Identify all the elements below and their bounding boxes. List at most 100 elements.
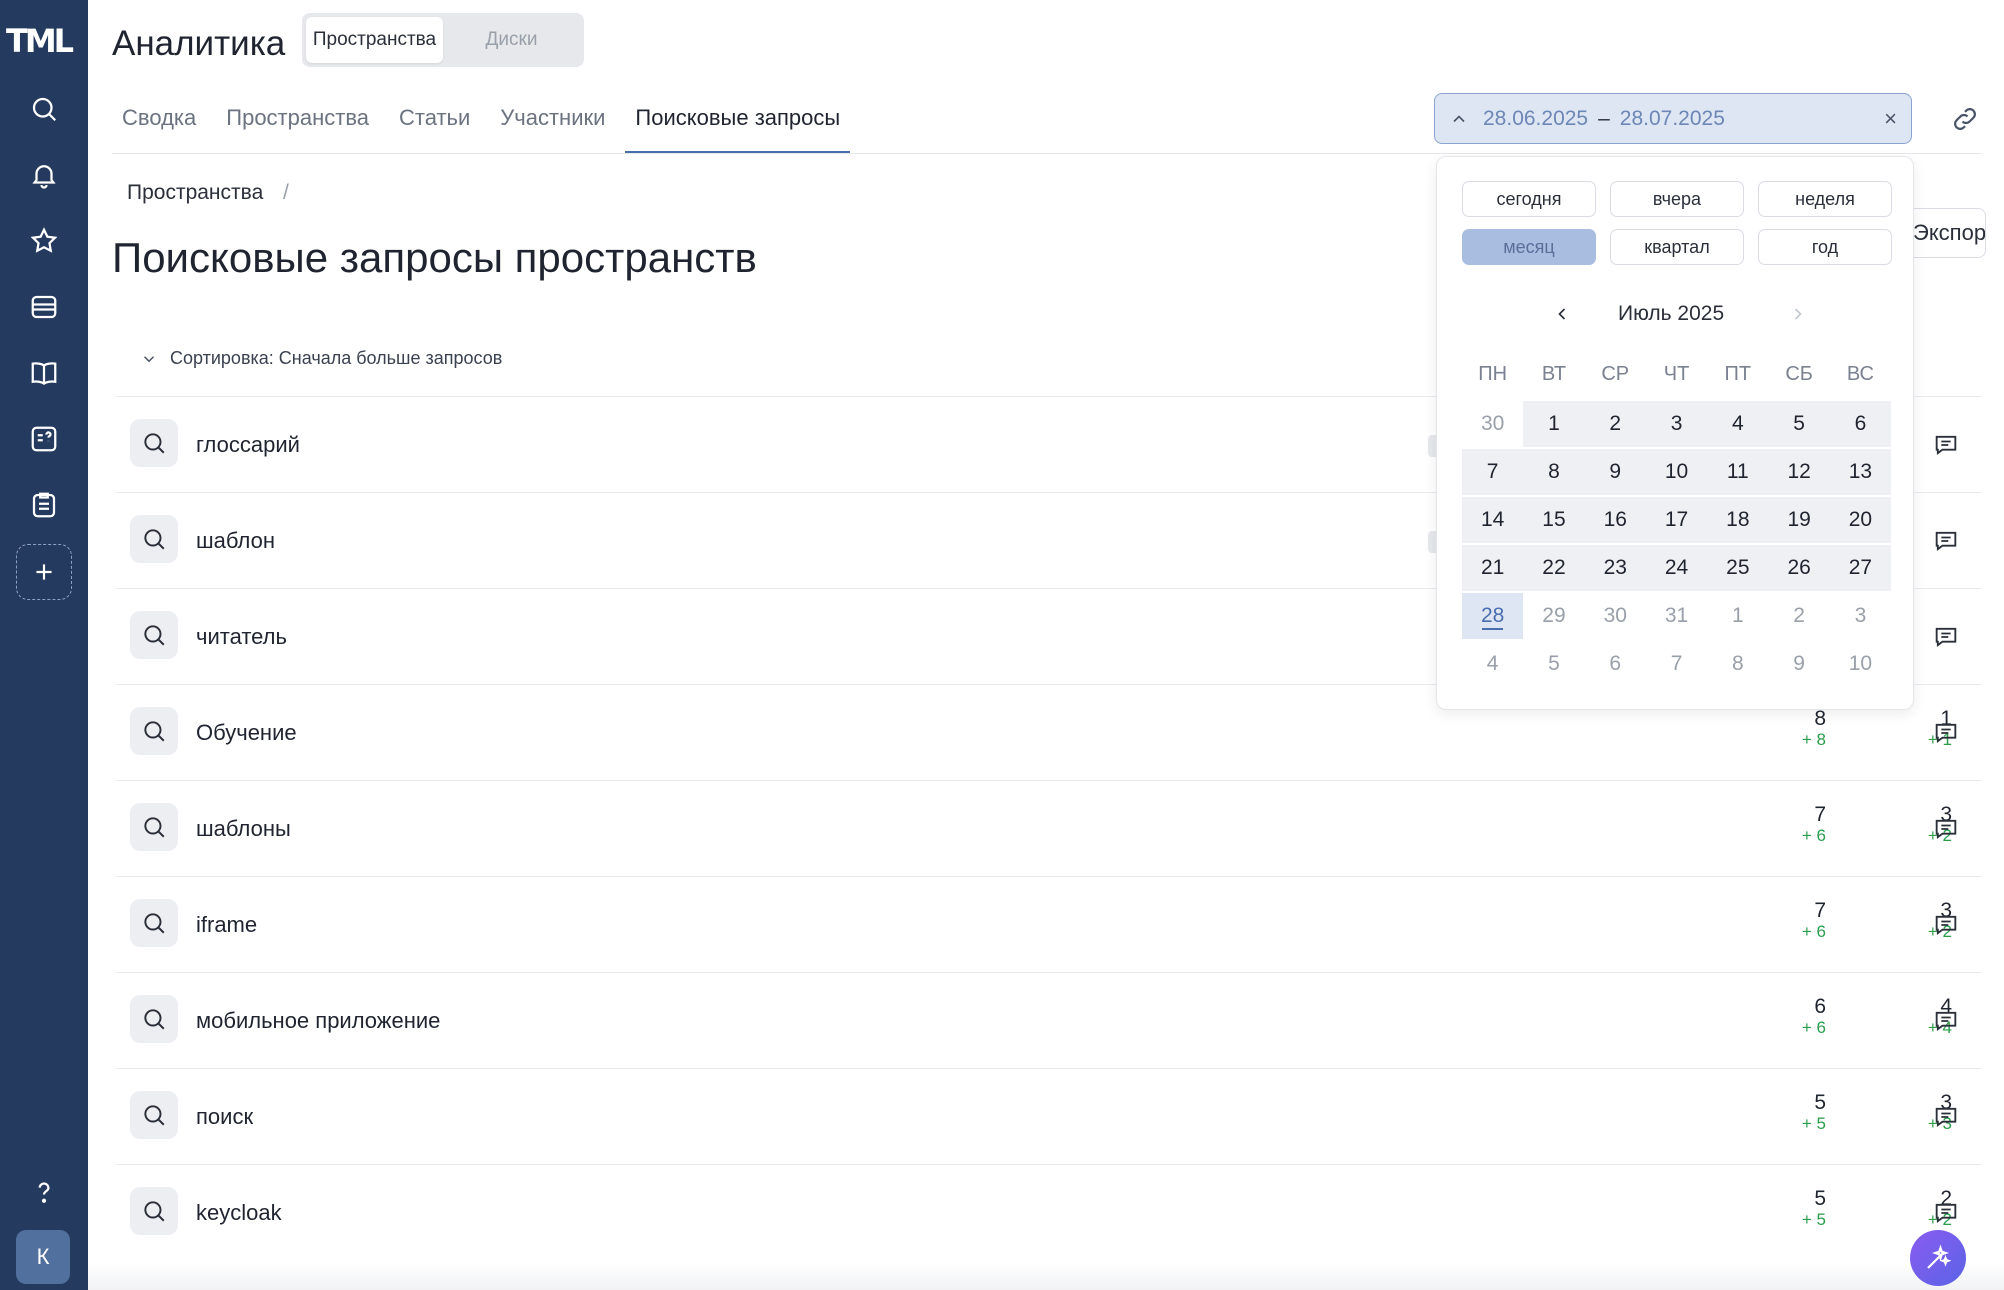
tab-search-queries[interactable]: Поисковые запросы: [625, 92, 851, 154]
calendar-day[interactable]: 10: [1830, 641, 1891, 687]
query-name[interactable]: шаблон: [196, 528, 275, 554]
calendar-day[interactable]: 1: [1707, 593, 1768, 639]
app-logo[interactable]: TML: [6, 22, 82, 60]
calendar-day[interactable]: 22: [1523, 545, 1585, 591]
comment-icon[interactable]: [1932, 1007, 1960, 1035]
calendar-day[interactable]: 2: [1584, 401, 1646, 447]
calendar-day[interactable]: 6: [1829, 401, 1892, 447]
calendar-day[interactable]: 1: [1523, 401, 1585, 447]
comment-icon[interactable]: [1932, 911, 1960, 939]
calendar-day[interactable]: 18: [1707, 497, 1769, 543]
calendar-day[interactable]: 5: [1768, 401, 1830, 447]
table-row[interactable]: мобильное приложение 6 + 6 4 + 4: [116, 972, 1982, 1068]
calendar-day[interactable]: 14: [1462, 497, 1524, 543]
calendar-day[interactable]: 17: [1645, 497, 1708, 543]
ai-assistant-button[interactable]: [1910, 1230, 1966, 1286]
preset-button[interactable]: вчера: [1610, 181, 1744, 217]
calendar-day[interactable]: 28: [1462, 593, 1524, 639]
comment-icon[interactable]: [1932, 1199, 1960, 1227]
table-row[interactable]: keycloak 5 + 5 2 + 2: [116, 1164, 1982, 1260]
tab-members[interactable]: Участники: [490, 92, 615, 154]
calendar-day[interactable]: 15: [1523, 497, 1585, 543]
preset-button[interactable]: неделя: [1758, 181, 1892, 217]
chevron-right-icon[interactable]: [1788, 304, 1808, 324]
preset-button[interactable]: сегодня: [1462, 181, 1596, 217]
calendar-day[interactable]: 20: [1829, 497, 1892, 543]
query-name[interactable]: keycloak: [196, 1200, 282, 1226]
calendar-day[interactable]: 11: [1707, 449, 1769, 495]
calendar-day[interactable]: 4: [1707, 401, 1769, 447]
query-name[interactable]: Обучение: [196, 720, 297, 746]
weekday-label: ВТ: [1541, 363, 1567, 385]
book-icon[interactable]: [24, 353, 64, 393]
date-to[interactable]: 28.07.2025: [1620, 107, 1725, 131]
query-name[interactable]: глоссарий: [196, 432, 300, 458]
calendar-day[interactable]: 12: [1768, 449, 1830, 495]
calendar-day[interactable]: 30: [1462, 401, 1523, 447]
preset-button[interactable]: месяц: [1462, 229, 1596, 265]
segment-disks[interactable]: Диски: [443, 17, 580, 63]
query-name[interactable]: мобильное приложение: [196, 1008, 440, 1034]
calendar-day[interactable]: 24: [1645, 545, 1708, 591]
comment-icon[interactable]: [1932, 431, 1960, 459]
date-range-picker[interactable]: 28.06.2025 – 28.07.2025 ×: [1434, 93, 1912, 144]
star-icon[interactable]: [24, 221, 64, 261]
calendar-day[interactable]: 8: [1523, 449, 1585, 495]
calendar-day[interactable]: 27: [1829, 545, 1892, 591]
calendar-day[interactable]: 6: [1585, 641, 1646, 687]
calendar-day[interactable]: 21: [1462, 545, 1524, 591]
calendar-day[interactable]: 30: [1585, 593, 1646, 639]
breadcrumb[interactable]: Пространства: [127, 181, 263, 205]
calendar-day[interactable]: 8: [1707, 641, 1768, 687]
calendar-day[interactable]: 16: [1584, 497, 1646, 543]
add-space-button[interactable]: [16, 544, 72, 600]
calendar-day[interactable]: 9: [1584, 449, 1646, 495]
table-row[interactable]: поиск 5 + 5 3 + 3: [116, 1068, 1982, 1164]
calendar-day[interactable]: 23: [1584, 545, 1646, 591]
comment-icon[interactable]: [1932, 527, 1960, 555]
calendar-day[interactable]: 10: [1645, 449, 1708, 495]
preset-button[interactable]: год: [1758, 229, 1892, 265]
calendar-day[interactable]: 5: [1523, 641, 1584, 687]
calendar-day[interactable]: 3: [1830, 593, 1891, 639]
avatar[interactable]: К: [16, 1230, 70, 1284]
tab-spaces[interactable]: Пространства: [216, 92, 379, 154]
table-row[interactable]: шаблоны 7 + 6 3 + 2: [116, 780, 1982, 876]
clear-date-button[interactable]: ×: [1884, 106, 1897, 132]
segment-spaces[interactable]: Пространства: [306, 17, 443, 63]
calendar-day[interactable]: 13: [1829, 449, 1892, 495]
calendar-day[interactable]: 19: [1768, 497, 1830, 543]
calendar-day[interactable]: 26: [1768, 545, 1830, 591]
chevron-left-icon[interactable]: [1552, 304, 1572, 324]
calendar-day[interactable]: 3: [1645, 401, 1708, 447]
clipboard-icon[interactable]: [24, 485, 64, 525]
query-name[interactable]: шаблоны: [196, 816, 291, 842]
calendar-day[interactable]: 4: [1462, 641, 1523, 687]
table-row[interactable]: iframe 7 + 6 3 + 2: [116, 876, 1982, 972]
query-name[interactable]: поиск: [196, 1104, 253, 1130]
query-name[interactable]: читатель: [196, 624, 287, 650]
calendar-day[interactable]: 29: [1523, 593, 1584, 639]
search-icon[interactable]: [24, 89, 64, 129]
calendar-day[interactable]: 9: [1768, 641, 1829, 687]
date-from[interactable]: 28.06.2025: [1483, 107, 1588, 131]
tab-summary[interactable]: Сводка: [112, 92, 206, 154]
preset-button[interactable]: квартал: [1610, 229, 1744, 265]
comment-icon[interactable]: [1932, 815, 1960, 843]
calendar-day[interactable]: 7: [1462, 449, 1524, 495]
calendar-day[interactable]: 25: [1707, 545, 1769, 591]
link-icon[interactable]: [1950, 104, 1980, 134]
inbox-icon[interactable]: [24, 287, 64, 327]
comment-icon[interactable]: [1932, 719, 1960, 747]
tab-articles[interactable]: Статьи: [389, 92, 480, 154]
help-icon[interactable]: [24, 1172, 64, 1212]
bell-icon[interactable]: [24, 155, 64, 195]
calendar-day[interactable]: 31: [1646, 593, 1707, 639]
query-name[interactable]: iframe: [196, 912, 257, 938]
sort-toggle[interactable]: Сортировка: Сначала больше запросов: [140, 348, 502, 369]
calendar-day[interactable]: 2: [1768, 593, 1829, 639]
calendar-day[interactable]: 7: [1646, 641, 1707, 687]
comment-icon[interactable]: [1932, 623, 1960, 651]
comment-icon[interactable]: [1932, 1103, 1960, 1131]
quiz-icon[interactable]: [24, 419, 64, 459]
